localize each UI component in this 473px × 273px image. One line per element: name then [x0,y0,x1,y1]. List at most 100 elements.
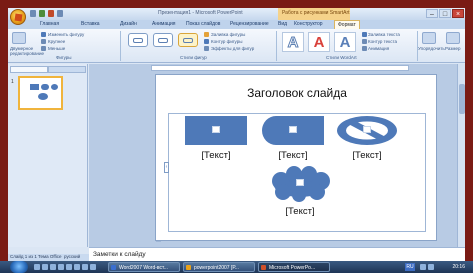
taskbar-item[interactable]: Word2007 Word-вст... [108,262,180,272]
smartart-text[interactable]: [Текст] [176,150,256,161]
group-divider [276,31,277,61]
shape-fill-button[interactable]: Заливка фигуры [211,32,245,37]
slide-thumbnail[interactable] [18,76,63,110]
size-icon[interactable] [446,32,460,44]
wordart-style-3[interactable]: A [334,32,356,52]
clock: 20:16 [452,264,465,270]
tab-review[interactable]: Рецензирование [230,21,269,27]
thumb-shape [30,84,39,90]
quick-launch-icon[interactable] [74,264,80,270]
wordart-style-1[interactable]: A [282,32,304,52]
tab-outline[interactable] [48,66,86,73]
arrange-button[interactable]: Упорядочить [418,46,445,51]
tab-insert[interactable]: Вставка [81,21,100,27]
contextual-tab-group: Работа с рисунками SmartArt [278,8,350,20]
shape-style-1[interactable] [128,33,148,47]
slides-pane: 1 [8,64,88,247]
contextual-tab-group-label: Работа с рисунками SmartArt [282,10,350,16]
picture-placeholder-icon[interactable] [212,126,220,133]
slide-editor: Заголовок слайда ‹ [Текст] [Текст] [Текс… [89,64,465,247]
tab-constructor[interactable]: Конструктор [294,21,323,27]
quick-launch-icon[interactable] [66,264,72,270]
group-divider [120,31,121,61]
shape-outline-button[interactable]: Контур фигуры [211,39,242,44]
tray-icon[interactable] [428,264,434,270]
vertical-scrollbar[interactable] [457,64,465,247]
arrange-icon[interactable] [422,32,436,44]
thumb-shape [51,84,58,90]
save-icon[interactable] [30,10,36,17]
tab-slide-show[interactable]: Показ слайдов [186,21,220,27]
tray-icon[interactable] [420,264,426,270]
tab-home[interactable]: Главная [40,21,59,27]
tab-design[interactable]: Дизайн [120,21,137,27]
tab-animation[interactable]: Анимация [152,21,175,27]
tab-view[interactable]: Вид [278,21,287,27]
close-button[interactable]: × [452,9,464,18]
customize-qat-icon[interactable] [57,10,63,17]
larger-icon [41,39,46,44]
quick-launch-icon[interactable] [82,264,88,270]
picture-placeholder-icon[interactable] [296,179,304,186]
slide-canvas[interactable]: Заголовок слайда ‹ [Текст] [Текст] [Текс… [155,74,437,241]
taskbar-item-label: Word2007 Word-вст... [119,265,168,271]
language-bar[interactable]: RU [405,263,415,271]
wordart-style-2[interactable]: A [308,32,330,52]
taskbar-item[interactable]: Microsoft PowerPo... [258,262,330,272]
taskbar-item-label: powerpoint2007 [Р... [194,265,239,271]
shape-effects-icon [204,46,209,51]
powerpoint-icon [261,265,266,270]
quick-launch-icon[interactable] [42,264,48,270]
smartart-text[interactable]: [Текст] [327,150,407,161]
quick-access-toolbar [30,10,63,17]
notes-placeholder[interactable]: Заметки к слайду [93,251,146,258]
language-indicator[interactable]: русский [64,254,80,259]
quick-launch-icon[interactable] [58,264,64,270]
start-button[interactable] [10,261,28,273]
smartart-text[interactable]: [Текст] [253,150,333,161]
edit-2d-icon[interactable] [12,32,26,44]
picture-placeholder-icon[interactable] [289,126,297,133]
horizontal-ruler [151,65,409,71]
shapes-group-label: Фигуры [56,55,72,60]
undo-icon[interactable] [39,10,45,17]
shape-style-2[interactable] [153,33,173,47]
quick-launch-icon[interactable] [90,264,96,270]
shape-style-3[interactable] [178,33,198,47]
picture-placeholder-icon[interactable] [363,126,371,133]
size-button[interactable]: Размер [445,46,460,51]
tab-format[interactable]: Формат [334,20,360,29]
scrollbar-thumb[interactable] [459,84,465,114]
maximize-button[interactable]: □ [439,9,451,18]
tab-slides[interactable] [10,66,48,73]
larger-button[interactable]: Крупнее [48,39,65,44]
text-pane-toggle[interactable]: ‹ [164,162,169,173]
office-button[interactable] [10,9,26,25]
status-bar: Слайд 1 из 1 Тема Office русский [8,254,89,261]
change-shape-button[interactable]: Изменить фигуру [48,32,84,37]
slide-title[interactable]: Заголовок слайда [156,86,438,100]
text-outline-button[interactable]: Контур текста [368,39,397,44]
office-logo-icon [14,13,23,22]
smartart-graphic[interactable]: ‹ [Текст] [Текст] [Текст] [Текст] [164,113,426,232]
thumb-shape [41,84,49,90]
theme-name: Тема Office [38,254,62,259]
text-fill-button[interactable]: Заливка текста [368,32,400,37]
ribbon: Двумерное редактирование Изменить фигуру… [8,29,465,63]
minimize-button[interactable]: – [426,9,438,18]
window-controls: – □ × [426,9,464,18]
quick-launch-icon[interactable] [50,264,56,270]
smartart-text[interactable]: [Текст] [260,206,340,217]
shape-effects-button[interactable]: Эффекты для фигур [211,46,254,51]
title-bar: Презентация1 - Microsoft PowerPoint Рабо… [8,8,465,20]
smaller-button[interactable]: Меньше [48,46,65,51]
notes-pane[interactable]: Заметки к слайду [89,247,465,261]
edit-2d-label: Двумерное редактирование [10,46,44,56]
taskbar-item[interactable]: powerpoint2007 [Р... [183,262,255,272]
wordart-styles-group-label: Стили WordArt [326,55,357,60]
quick-launch-icon[interactable] [34,264,40,270]
redo-icon[interactable] [48,10,54,17]
shape-styles-group-label: Стили фигур [180,55,207,60]
text-fill-icon [362,32,367,37]
text-effects-button[interactable]: Анимация [368,46,389,51]
